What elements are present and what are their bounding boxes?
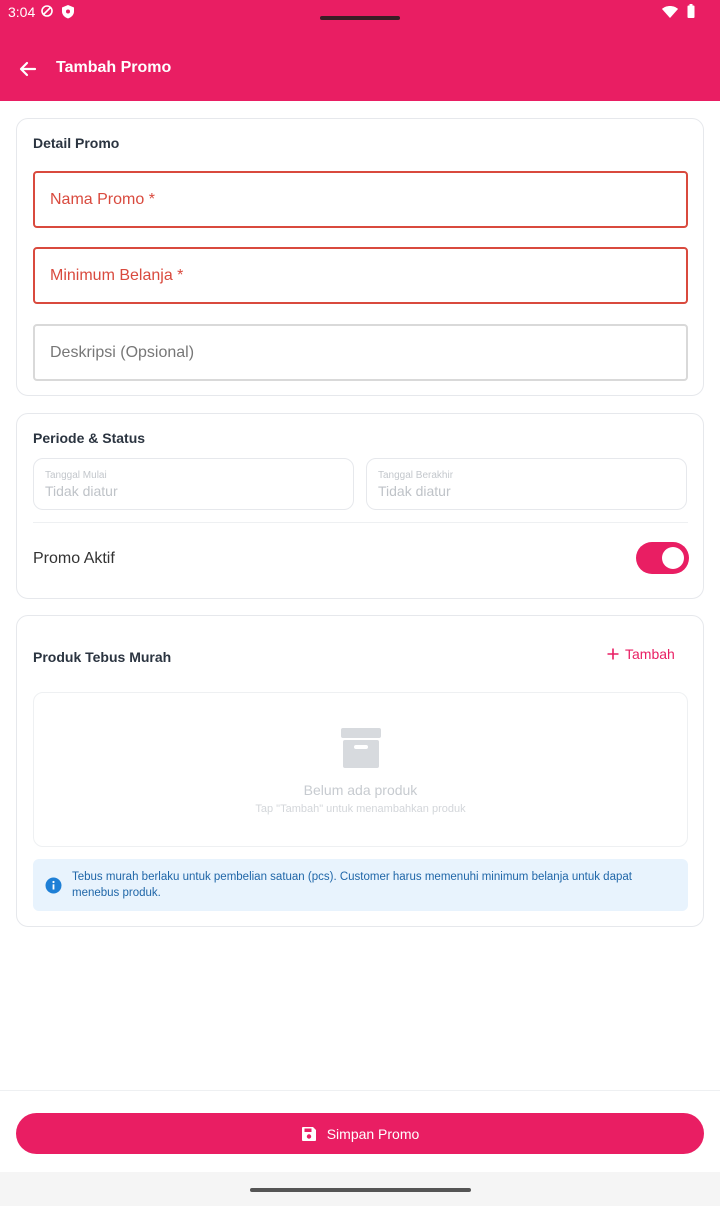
end-date-field[interactable]: Tanggal Berakhir Tidak diatur [366, 458, 687, 510]
promo-active-toggle[interactable] [636, 542, 689, 574]
vpn-off-icon [40, 4, 54, 23]
products-card: Produk Tebus Murah Tambah Belum ada prod… [16, 615, 704, 927]
start-date-field[interactable]: Tanggal Mulai Tidak diatur [33, 458, 354, 510]
save-promo-label: Simpan Promo [326, 1125, 420, 1142]
status-time: 3:04 [8, 4, 36, 20]
empty-subtitle: Tap "Tambah" untuk menambahkan produk [255, 803, 466, 815]
battery-icon [687, 4, 695, 23]
card-title-detail: Detail Promo [33, 135, 120, 151]
archive-box-icon [340, 727, 382, 774]
period-status-card: Periode & Status Tanggal Mulai Tidak dia… [16, 413, 704, 599]
promo-active-label: Promo Aktif [33, 550, 115, 567]
description-label: Deskripsi (Opsional) [50, 344, 195, 361]
add-product-label: Tambah [625, 646, 675, 662]
end-date-value: Tidak diatur [378, 483, 451, 499]
end-date-label: Tanggal Berakhir [378, 470, 454, 481]
info-icon [45, 877, 62, 899]
home-gesture-handle[interactable] [250, 1188, 471, 1192]
shield-icon [61, 4, 75, 24]
wifi-icon [662, 5, 678, 23]
info-banner: Tebus murah berlaku untuk pembelian satu… [33, 859, 688, 911]
description-input[interactable]: Deskripsi (Opsional) [33, 324, 688, 381]
floppy-disk-icon [301, 1126, 316, 1141]
info-text: Tebus murah berlaku untuk pembelian satu… [72, 871, 632, 899]
save-promo-button[interactable]: Simpan Promo [16, 1113, 704, 1154]
page-title: Tambah Promo [56, 59, 172, 76]
add-product-button[interactable]: Tambah [607, 646, 675, 662]
card-title-period: Periode & Status [33, 430, 146, 446]
footer-divider [0, 1090, 720, 1091]
arrow-left-icon [19, 61, 37, 77]
start-date-label: Tanggal Mulai [45, 470, 107, 481]
navigation-bar [0, 1172, 720, 1206]
app-bar: 3:04 Tambah Promo [0, 0, 720, 101]
start-date-value: Tidak diatur [45, 483, 118, 499]
promo-name-input[interactable]: Nama Promo * [33, 171, 688, 228]
plus-icon [607, 648, 619, 660]
toggle-knob [662, 547, 684, 569]
back-button[interactable] [14, 55, 42, 83]
empty-state: Belum ada produk Tap "Tambah" untuk mena… [33, 692, 688, 847]
camera-notch [320, 16, 400, 20]
promo-name-label: Nama Promo * [50, 191, 155, 208]
minimum-spend-label: Minimum Belanja * [50, 267, 184, 284]
minimum-spend-input[interactable]: Minimum Belanja * [33, 247, 688, 304]
empty-title: Belum ada produk [303, 782, 418, 798]
card-title-products: Produk Tebus Murah [33, 649, 172, 665]
divider [33, 522, 688, 523]
detail-promo-card: Detail Promo Nama Promo * Minimum Belanj… [16, 118, 704, 396]
